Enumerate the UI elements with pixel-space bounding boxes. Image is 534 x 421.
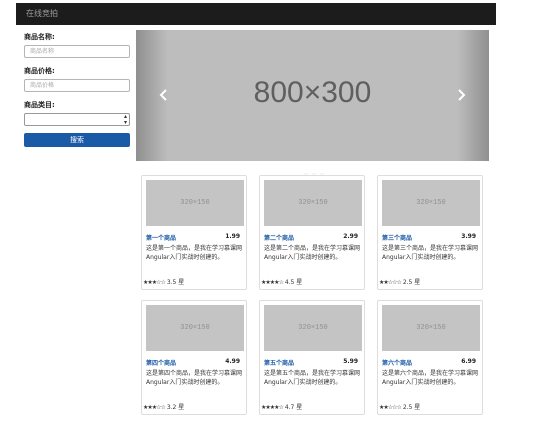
product-card: 320×150 第六个商品 6.99 这是第六个商品，是我在学习慕课网Angular入… bbox=[377, 300, 483, 415]
product-price: 5.99 bbox=[343, 358, 358, 365]
star-rating-icon: ★★★☆☆ bbox=[143, 279, 166, 286]
product-description: 这是第二个商品，是我在学习慕课网Angular入门实战时创建的。 bbox=[264, 245, 361, 261]
product-rating: ★★☆☆☆ 2.5 星 bbox=[379, 277, 420, 286]
product-thumbnail: 320×150 bbox=[264, 180, 362, 226]
product-thumbnail: 320×150 bbox=[264, 305, 362, 351]
star-rating-icon: ★★☆☆☆ bbox=[379, 404, 402, 411]
product-category-select[interactable]: ▴ ▾ bbox=[24, 113, 130, 126]
product-title-link[interactable]: 第五个商品 bbox=[264, 358, 294, 367]
product-title-link[interactable]: 第六个商品 bbox=[382, 358, 412, 367]
product-rating: ★★★★☆ 4.5 星 bbox=[261, 277, 302, 286]
product-thumbnail: 320×150 bbox=[382, 180, 480, 226]
product-name-label: 商品名称: bbox=[24, 33, 55, 41]
rating-text: 2.5 星 bbox=[402, 279, 421, 286]
product-title-link[interactable]: 第四个商品 bbox=[146, 358, 176, 367]
product-price: 4.99 bbox=[225, 358, 240, 365]
product-description: 这是第六个商品，是我在学习慕课网Angular入门实战时创建的。 bbox=[382, 370, 479, 386]
product-description: 这是第五个商品，是我在学习慕课网Angular入门实战时创建的。 bbox=[264, 370, 361, 386]
chevron-right-icon[interactable] bbox=[455, 88, 467, 102]
product-price: 3.99 bbox=[461, 233, 476, 240]
product-card: 320×150 第二个商品 2.99 这是第二个商品，是我在学习慕课网Angular入… bbox=[259, 175, 365, 290]
rating-text: 2.5 星 bbox=[402, 404, 421, 411]
product-description: 这是第三个商品，是我在学习慕课网Angular入门实战时创建的。 bbox=[382, 245, 479, 261]
rating-text: 3.5 星 bbox=[166, 279, 185, 286]
product-card: 320×150 第四个商品 4.99 这是第四个商品，是我在学习慕课网Angular入… bbox=[141, 300, 247, 415]
product-price: 2.99 bbox=[343, 233, 358, 240]
star-rating-icon: ★★★☆☆ bbox=[143, 404, 166, 411]
product-price-input[interactable]: 商品价格 bbox=[24, 79, 130, 92]
product-title-link[interactable]: 第二个商品 bbox=[264, 233, 294, 242]
product-price-label: 商品价格: bbox=[24, 67, 55, 75]
rating-text: 3.2 星 bbox=[166, 404, 185, 411]
search-form: 商品名称: 商品名称 商品价格: 商品价格 商品类目: ▴ ▾ 搜索 bbox=[24, 32, 130, 147]
product-name-input[interactable]: 商品名称 bbox=[24, 45, 130, 58]
rating-text: 4.7 星 bbox=[284, 404, 303, 411]
product-category-label: 商品类目: bbox=[24, 101, 55, 109]
product-rating: ★★★☆☆ 3.5 星 bbox=[143, 277, 184, 286]
product-title-link[interactable]: 第三个商品 bbox=[382, 233, 412, 242]
product-card: 320×150 第五个商品 5.99 这是第五个商品，是我在学习慕课网Angular入… bbox=[259, 300, 365, 415]
product-title-link[interactable]: 第一个商品 bbox=[146, 233, 176, 242]
product-thumbnail: 320×150 bbox=[146, 180, 244, 226]
brand-link[interactable]: 在线竞拍 bbox=[26, 8, 58, 19]
star-rating-icon: ★★★★☆ bbox=[261, 279, 284, 286]
image-carousel: 800×300 bbox=[136, 30, 489, 177]
carousel-placeholder-text: 800×300 bbox=[253, 76, 372, 109]
rating-text: 4.5 星 bbox=[284, 279, 303, 286]
star-rating-icon: ★★★★☆ bbox=[261, 404, 284, 411]
product-card: 320×150 第一个商品 1.99 这是第一个商品，是我在学习慕课网Angular入… bbox=[141, 175, 247, 290]
product-rating: ★★★☆☆ 3.2 星 bbox=[143, 402, 184, 411]
product-thumbnail: 320×150 bbox=[382, 305, 480, 351]
product-rating: ★★★★☆ 4.7 星 bbox=[261, 402, 302, 411]
product-rating: ★★☆☆☆ 2.5 星 bbox=[379, 402, 420, 411]
product-card: 320×150 第三个商品 3.99 这是第三个商品，是我在学习慕课网Angular入… bbox=[377, 175, 483, 290]
product-thumbnail: 320×150 bbox=[146, 305, 244, 351]
chevron-left-icon[interactable] bbox=[158, 88, 170, 102]
navbar: 在线竞拍 bbox=[16, 3, 496, 25]
search-button[interactable]: 搜索 bbox=[24, 133, 130, 147]
product-description: 这是第四个商品，是我在学习慕课网Angular入门实战时创建的。 bbox=[146, 370, 243, 386]
select-arrows-icon: ▴ ▾ bbox=[123, 113, 127, 126]
product-description: 这是第一个商品，是我在学习慕课网Angular入门实战时创建的。 bbox=[146, 245, 243, 261]
product-price: 1.99 bbox=[225, 233, 240, 240]
star-rating-icon: ★★☆☆☆ bbox=[379, 279, 402, 286]
product-price: 6.99 bbox=[461, 358, 476, 365]
